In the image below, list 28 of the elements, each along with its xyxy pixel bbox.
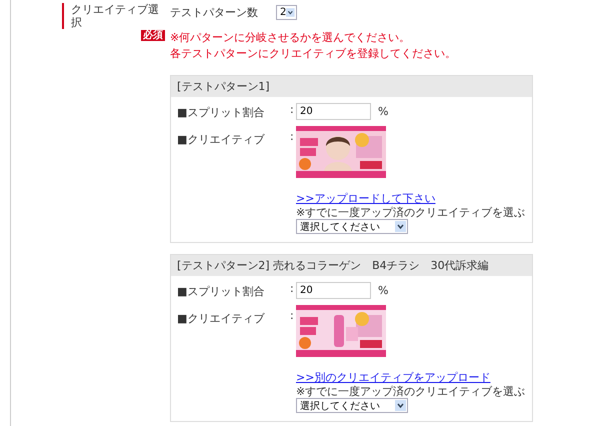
field-label: ■クリエイティブ (177, 132, 266, 147)
panel-header: [テストパターン2] 売れるコラーゲン B4チラシ 30代訴求編 (171, 255, 532, 276)
creative-select[interactable]: 選択してください (296, 398, 408, 413)
pattern-count-select[interactable]: 2 (276, 5, 297, 20)
colon: : (290, 282, 295, 295)
instruction-text: ※何パターンに分岐させるかを選んでください。 (170, 30, 412, 46)
required-badge: 必須 (141, 30, 165, 41)
creative-select[interactable]: 選択してください (296, 219, 408, 234)
split-input[interactable]: 20 (296, 282, 371, 299)
unit-label: % (378, 284, 388, 297)
field-label: テストパターン数 (170, 5, 258, 20)
unit-label: % (378, 105, 388, 118)
caret-icon (395, 400, 406, 411)
caret-icon (286, 7, 295, 18)
colon: : (290, 309, 295, 322)
field-label: ■クリエイティブ (177, 311, 266, 326)
colon: : (290, 130, 295, 143)
split-input[interactable]: 20 (296, 103, 371, 120)
hint-text: ※すでに一度アップ済のクリエイティブを選ぶ (296, 385, 526, 398)
upload-link[interactable]: >>別のクリエイティブをアップロード (296, 371, 490, 385)
upload-link[interactable]: >>アップロードして下さい (296, 192, 436, 206)
panel-header: [テストパターン1] (171, 76, 532, 97)
field-label: ■スプリット割合 (177, 284, 266, 299)
hint-text: ※すでに一度アップ済のクリエイティブを選ぶ (296, 206, 526, 219)
field-label: ■スプリット割合 (177, 105, 266, 120)
caret-icon (395, 221, 406, 232)
colon: : (290, 103, 295, 116)
instruction-text: 各テストパターンにクリエイティブを登録してください。 (170, 46, 457, 62)
